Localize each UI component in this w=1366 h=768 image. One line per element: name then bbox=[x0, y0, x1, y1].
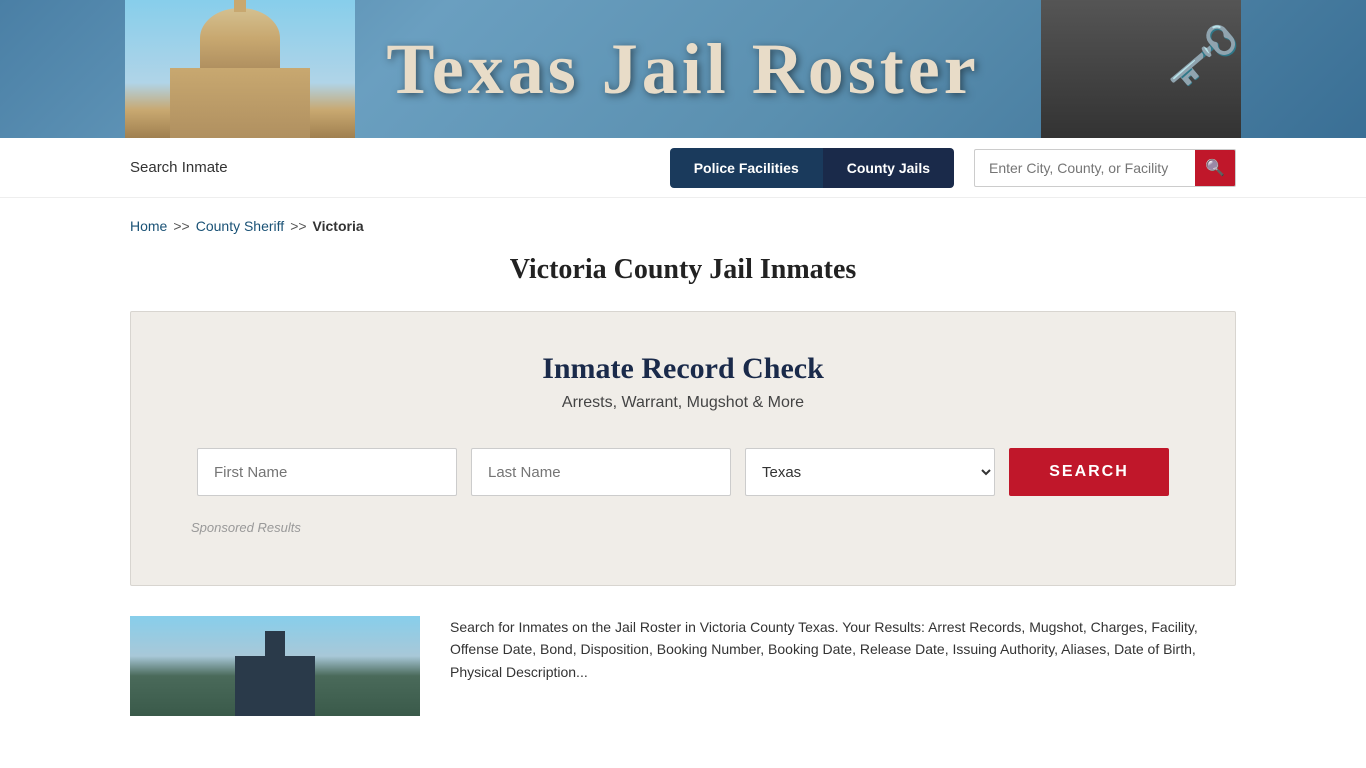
last-name-input[interactable] bbox=[471, 448, 731, 496]
sponsored-results-label: Sponsored Results bbox=[191, 520, 1175, 535]
facility-search-input[interactable] bbox=[975, 160, 1195, 176]
tab-police-facilities[interactable]: Police Facilities bbox=[670, 148, 823, 188]
inmate-record-box: Inmate Record Check Arrests, Warrant, Mu… bbox=[130, 311, 1236, 586]
tab-county-jails[interactable]: County Jails bbox=[823, 148, 954, 188]
keys-image: 🗝️ bbox=[1166, 20, 1241, 91]
victoria-county-image bbox=[130, 616, 420, 716]
banner-capitol-image bbox=[125, 0, 355, 138]
inmate-search-form: AlabamaAlaskaArizonaArkansasCaliforniaCo… bbox=[191, 448, 1175, 496]
state-select[interactable]: AlabamaAlaskaArizonaArkansasCaliforniaCo… bbox=[745, 448, 995, 496]
breadcrumb-current: Victoria bbox=[313, 218, 364, 234]
capitol-dome bbox=[200, 8, 280, 68]
banner-right-image: 🗝️ bbox=[1041, 0, 1241, 138]
nav-tabs: Police Facilities County Jails bbox=[670, 148, 954, 188]
facility-search-bar: 🔍 bbox=[974, 149, 1236, 187]
inmate-record-title: Inmate Record Check bbox=[191, 352, 1175, 386]
capitol-body bbox=[170, 68, 310, 138]
breadcrumb-county-sheriff[interactable]: County Sheriff bbox=[196, 218, 284, 234]
breadcrumb-sep-2: >> bbox=[290, 218, 306, 234]
header-banner: Texas Jail Roster 🗝️ bbox=[0, 0, 1366, 138]
facility-search-button[interactable]: 🔍 bbox=[1195, 149, 1235, 187]
search-inmate-label: Search Inmate bbox=[130, 159, 228, 176]
first-name-input[interactable] bbox=[197, 448, 457, 496]
bottom-section: Search for Inmates on the Jail Roster in… bbox=[130, 616, 1236, 716]
breadcrumb-home[interactable]: Home bbox=[130, 218, 167, 234]
navbar: Search Inmate Police Facilities County J… bbox=[0, 138, 1366, 198]
search-icon: 🔍 bbox=[1205, 158, 1225, 178]
bottom-description: Search for Inmates on the Jail Roster in… bbox=[450, 616, 1236, 716]
breadcrumb: Home >> County Sheriff >> Victoria bbox=[0, 198, 1366, 244]
page-title: Victoria County Jail Inmates bbox=[0, 254, 1366, 286]
site-title: Texas Jail Roster bbox=[386, 28, 979, 111]
breadcrumb-sep-1: >> bbox=[173, 218, 189, 234]
inmate-search-button[interactable]: SEARCH bbox=[1009, 448, 1169, 496]
inmate-record-subtitle: Arrests, Warrant, Mugshot & More bbox=[191, 394, 1175, 412]
page-title-wrap: Victoria County Jail Inmates bbox=[0, 244, 1366, 311]
building-silhouette bbox=[235, 656, 315, 716]
